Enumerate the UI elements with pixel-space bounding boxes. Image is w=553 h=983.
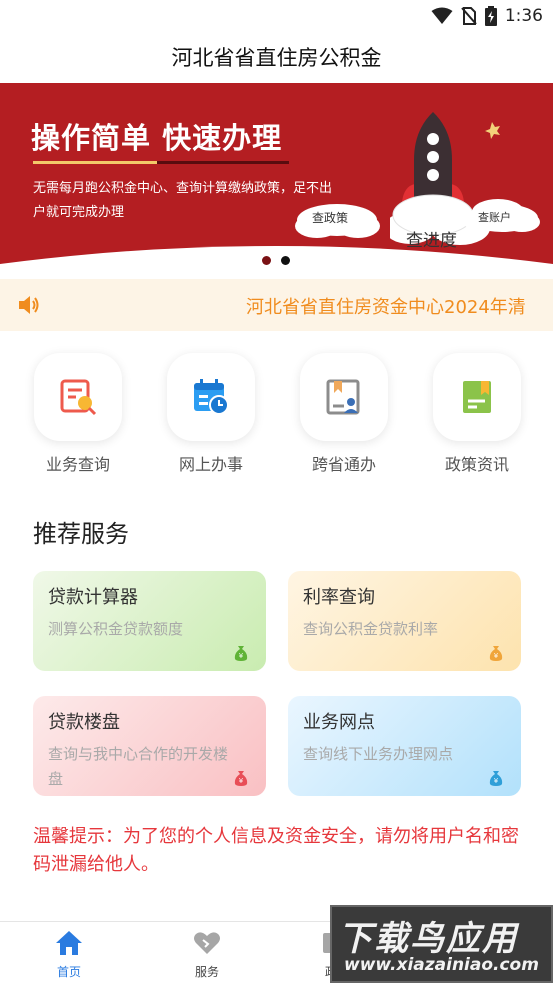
action-label: 业务查询 [45, 455, 110, 474]
heart-icon [194, 932, 220, 954]
card-title: 业务网点 [303, 712, 375, 733]
money-bag-icon: ¥ [234, 771, 248, 786]
svg-text:¥: ¥ [239, 652, 244, 660]
card-description: 查询与我中心合作的开发楼盘 [48, 745, 229, 788]
nav-services[interactable]: 服务 [172, 930, 242, 980]
action-icon-box[interactable] [167, 353, 255, 441]
card-description: 测算公积金贷款额度 [48, 620, 184, 638]
status-time: 1:36 [504, 6, 543, 26]
home-icon [56, 931, 82, 955]
bookmark-doc-icon [463, 381, 491, 413]
nav-label: 服务 [194, 965, 219, 979]
carousel-indicator[interactable] [262, 256, 290, 265]
card-description: 查询公积金贷款利率 [303, 620, 439, 638]
action-icon-box[interactable] [300, 353, 388, 441]
action-cross-province[interactable]: 跨省通办 [299, 353, 389, 475]
no-sim-icon [461, 7, 477, 25]
card-title: 贷款楼盘 [48, 712, 120, 733]
section-title: 推荐服务 [33, 520, 129, 548]
nav-label: 首页 [56, 965, 81, 979]
money-bag-icon: ¥ [489, 646, 503, 661]
action-label: 跨省通办 [311, 455, 376, 474]
service-card-branch-outlets[interactable]: 业务网点 查询线下业务办理网点 ¥ [288, 696, 521, 796]
action-icon-box[interactable] [34, 353, 122, 441]
app-bar: 河北省省直住房公积金 [0, 32, 553, 82]
banner-description: 无需每月跑公积金中心、查询计算缴纳政策，足不出户就可完成办理 [33, 181, 333, 220]
service-card-loan-calculator[interactable]: 贷款计算器 测算公积金贷款额度 ¥ [33, 571, 266, 671]
money-bag-icon: ¥ [489, 771, 503, 786]
page-title: 河北省省直住房公积金 [171, 46, 382, 70]
action-icon-box[interactable] [433, 353, 521, 441]
notice-bar[interactable]: 河北省省直住房资金中心2024年清 [0, 279, 553, 331]
action-policy-news[interactable]: 政策资讯 [432, 353, 522, 475]
id-card-icon [326, 379, 360, 415]
wifi-icon [431, 7, 453, 24]
promo-banner[interactable]: 操作简单 快速办理 无需每月跑公积金中心、查询计算缴纳政策，足不出户就可完成办理 [0, 83, 553, 278]
notice-text[interactable]: 河北省省直住房资金中心2024年清 [246, 293, 526, 319]
banner-title: 操作简单 快速办理 [31, 121, 283, 155]
carousel-dot-1[interactable] [262, 256, 271, 265]
speaker-icon [19, 296, 39, 314]
status-bar: 1:36 [0, 0, 553, 32]
svg-text:¥: ¥ [494, 777, 499, 785]
security-tip: 温馨提示：为了您的个人信息及资金安全，请勿将用户名和密码泄漏给他人。 [33, 826, 519, 875]
watermark-title: 下载鸟应用 [338, 919, 518, 959]
service-card-loan-property[interactable]: 贷款楼盘 查询与我中心合作的开发楼盘 ¥ [33, 696, 266, 796]
battery-charging-icon [484, 6, 497, 26]
svg-text:¥: ¥ [239, 777, 244, 785]
calendar-clock-icon [194, 379, 229, 415]
service-card-rate-query[interactable]: 利率查询 查询公积金贷款利率 ¥ [288, 571, 521, 671]
sparkle-icon [485, 122, 500, 139]
cloud-label-account: 查账户 [478, 211, 511, 224]
svg-text:¥: ¥ [494, 652, 499, 660]
banner-underline [33, 161, 289, 164]
carousel-dot-2[interactable] [281, 256, 290, 265]
watermark-url: www.xiazainiao.com [344, 955, 539, 975]
action-label: 政策资讯 [444, 455, 509, 474]
action-label: 网上办事 [178, 455, 243, 474]
quick-actions: 业务查询 网上办事 跨省通办 政策资讯 [0, 353, 553, 475]
cloud-label-policy: 查政策 [312, 211, 349, 225]
action-business-query[interactable]: 业务查询 [33, 353, 123, 475]
card-title: 利率查询 [303, 587, 375, 608]
nav-home[interactable]: 首页 [34, 930, 104, 980]
card-title: 贷款计算器 [48, 587, 138, 608]
card-description: 查询线下业务办理网点 [303, 745, 454, 763]
watermark-logo: 下载鸟应用 www.xiazainiao.com [330, 905, 553, 983]
action-online-service[interactable]: 网上办事 [166, 353, 256, 475]
money-bag-icon: ¥ [234, 646, 248, 661]
document-search-icon [60, 379, 97, 416]
